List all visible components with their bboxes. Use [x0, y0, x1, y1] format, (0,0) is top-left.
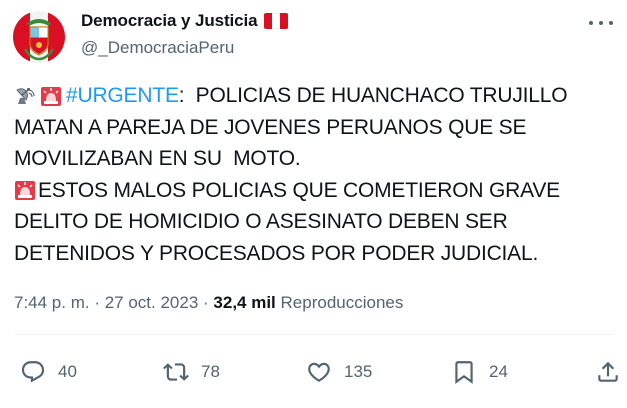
- peru-coat-of-arms-avatar-icon: [13, 11, 65, 63]
- more-options-icon[interactable]: [589, 15, 613, 31]
- tweet-line: MATAN A PAREJA DE JOVENES PERUANOS QUE S…: [14, 112, 614, 144]
- tweet-line-text: DELITO DE HOMICIDIO O ASESINATO DEBEN SE…: [14, 210, 508, 233]
- meta-separator: ·: [198, 293, 214, 312]
- tweet-line: #URGENTE: POLICIAS DE HUANCHACO TRUJILLO: [14, 80, 614, 112]
- like-count: 135: [344, 362, 373, 381]
- tweet-line: ESTOS MALOS POLICIAS QUE COMETIERON GRAV…: [14, 175, 614, 207]
- bookmark-count: 24: [489, 362, 508, 381]
- repost-button[interactable]: 78: [163, 352, 220, 392]
- author-name-row[interactable]: Democracia y Justicia: [81, 11, 288, 31]
- hashtag-link[interactable]: #URGENTE: [66, 80, 179, 112]
- tweet-line: DETENIDOS Y PROCESADOS POR PODER JUDICIA…: [14, 238, 614, 270]
- like-button[interactable]: 135: [306, 352, 372, 392]
- reply-button[interactable]: 40: [20, 352, 77, 392]
- tweet-line-text: MOVILIZABAN EN SU MOTO.: [14, 147, 301, 170]
- avatar[interactable]: [13, 11, 65, 63]
- rotating-light-emoji-icon: [15, 181, 35, 201]
- tweet-line: MOVILIZABAN EN SU MOTO.: [14, 143, 614, 175]
- bookmark-icon: [455, 361, 473, 384]
- tweet-line: DELITO DE HOMICIDIO O ASESINATO DEBEN SE…: [14, 206, 614, 238]
- tweet-time[interactable]: 7:44 p. m.: [14, 293, 90, 313]
- views-count: 32,4 mil: [213, 293, 276, 312]
- reply-count: 40: [58, 362, 77, 381]
- author-handle[interactable]: @_DemocraciaPeru: [81, 38, 234, 58]
- share-button[interactable]: [595, 352, 621, 392]
- reply-icon: [21, 361, 45, 383]
- tweet-line-text: DETENIDOS Y PROCESADOS POR PODER JUDICIA…: [14, 241, 539, 265]
- repost-count: 78: [201, 362, 220, 381]
- views-label: Reproducciones: [280, 293, 404, 312]
- satellite-antenna-emoji-icon: [16, 87, 35, 104]
- action-bar: 40 78 135 24: [0, 352, 627, 392]
- tweet-meta: 7:44 p. m. · 27 oct. 2023 · 32,4 mil Rep…: [14, 293, 403, 313]
- bookmark-button[interactable]: 24: [451, 352, 508, 392]
- author-display-name[interactable]: Democracia y Justicia: [81, 11, 258, 31]
- tweet-line-text: : POLICIAS DE HUANCHACO TRUJILLO: [178, 84, 568, 107]
- tweet-date[interactable]: 27 oct. 2023: [105, 293, 199, 313]
- tweet-line-text: MATAN A PAREJA DE JOVENES PERUANOS QUE S…: [14, 115, 527, 139]
- rotating-light-emoji-icon: [41, 86, 61, 106]
- tweet-text: #URGENTE: POLICIAS DE HUANCHACO TRUJILLO…: [14, 80, 614, 269]
- peru-flag-icon: [263, 13, 288, 29]
- meta-separator: ·: [89, 293, 105, 312]
- divider: [14, 334, 613, 335]
- share-icon: [598, 361, 618, 382]
- tweet-line-text: ESTOS MALOS POLICIAS QUE COMETIERON GRAV…: [38, 178, 560, 202]
- heart-icon: [308, 362, 330, 382]
- repost-icon: [163, 363, 189, 381]
